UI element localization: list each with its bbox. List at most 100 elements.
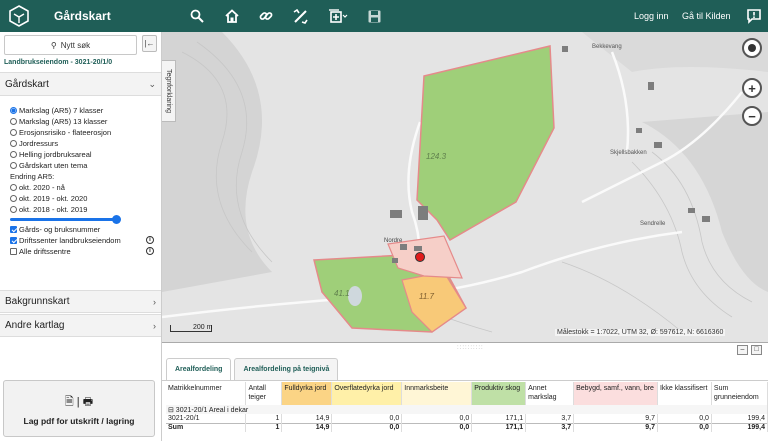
collapse-sidebar-button[interactable]: |← — [142, 35, 157, 52]
theme-option-0[interactable]: Markslag (AR5) 7 klasser — [10, 105, 158, 116]
zoom-out-button[interactable]: − — [742, 106, 762, 126]
column-header[interactable]: Bebygd, samf., vann, bre — [573, 382, 658, 405]
info-icon[interactable]: i — [146, 247, 154, 255]
place-label: Skjellsbakken — [610, 150, 647, 156]
check-label: Gårds- og bruksnummer — [19, 225, 101, 234]
change-option-0[interactable]: okt. 2020 - nå — [10, 182, 158, 193]
radio-icon[interactable] — [10, 140, 17, 147]
table-cell: 199,4 — [711, 414, 768, 423]
table-cell: 14,9 — [281, 422, 333, 432]
section-andre-kartlag[interactable]: Andre kartlag › — [0, 314, 161, 337]
tab-arealfordeling[interactable]: Arealfordeling — [166, 358, 232, 380]
check-option-0[interactable]: Gårds- og bruksnummer — [10, 224, 158, 235]
checkbox-icon[interactable] — [10, 237, 17, 244]
change-option-1[interactable]: okt. 2019 - okt. 2020 — [10, 193, 158, 204]
tabs-divider — [162, 380, 768, 381]
column-header[interactable]: Fulldyrka jord — [281, 382, 333, 405]
feedback-icon[interactable] — [746, 8, 762, 24]
table-cell: 171,1 — [471, 422, 527, 432]
login-link[interactable]: Logg inn — [634, 11, 669, 21]
check-option-1[interactable]: Driftssenter landbrukseiendom i — [10, 235, 158, 246]
checkbox-icon[interactable] — [10, 226, 17, 233]
radio-icon[interactable] — [10, 195, 17, 202]
table-cell: 0,0 — [401, 422, 473, 432]
table-header-row: Matrikkelnummer Antall teiger Fulldyrka … — [166, 382, 768, 405]
kilden-link[interactable]: Gå til Kilden — [682, 11, 731, 21]
forest-parcel[interactable] — [416, 45, 555, 242]
tab-arealfordeling-teig[interactable]: Arealfordeling på teignivå — [234, 358, 339, 380]
theme-option-5[interactable]: Gårdskart uten tema — [10, 160, 158, 171]
sidebar: ⚲ Nytt søk |← Landbrukseiendom - 3021-20… — [0, 32, 162, 441]
radio-icon[interactable] — [10, 162, 17, 169]
map-view[interactable]: 124.3 41.1 11.7 Bekkevang Sendrelle Nord… — [162, 32, 768, 342]
legend-tab[interactable]: Tegnforklaring — [162, 60, 176, 122]
chevron-right-icon: › — [153, 296, 156, 307]
change-label: okt. 2020 - nå — [19, 183, 65, 192]
theme-option-2[interactable]: Erosjonsrisiko - flateerosjon — [10, 127, 158, 138]
column-header[interactable]: Annet markslag — [525, 382, 575, 405]
radio-icon[interactable] — [10, 118, 17, 125]
section-bakgrunnskart[interactable]: Bakgrunnskart › — [0, 290, 161, 313]
property-link[interactable]: Landbrukseiendom - 3021-20/1/0 — [4, 59, 112, 66]
property-marker-icon[interactable] — [415, 252, 425, 262]
link-icon[interactable] — [258, 8, 274, 24]
minimize-button[interactable]: – — [737, 345, 748, 355]
legend-tab-label: Tegnforklaring — [165, 69, 172, 113]
radio-icon[interactable] — [10, 184, 17, 191]
info-icon[interactable]: i — [146, 236, 154, 244]
plus-icon: + — [748, 80, 756, 96]
radio-icon[interactable] — [10, 129, 17, 136]
column-header[interactable]: Ikke klassifisert — [657, 382, 712, 405]
opacity-slider[interactable] — [10, 215, 158, 224]
slider-track[interactable] — [10, 218, 116, 221]
measure-tools-icon[interactable] — [292, 8, 308, 24]
search-icon[interactable] — [189, 8, 205, 24]
theme-option-1[interactable]: Markslag (AR5) 13 klasser — [10, 116, 158, 127]
app-title: Gårdskart — [54, 9, 111, 23]
table-cell: 0,0 — [657, 422, 712, 432]
column-header[interactable]: Produktiv skog — [471, 382, 527, 405]
table-sum-row[interactable]: Sum 1 14,9 0,0 0,0 171,1 3,7 9,7 0,0 199… — [166, 422, 768, 432]
column-header[interactable]: Sum grunneiendom — [711, 382, 768, 405]
check-option-2[interactable]: Alle driftssentre i — [10, 246, 158, 257]
area-label: 41.1 — [334, 289, 350, 298]
table-cell: 3,7 — [525, 422, 575, 432]
column-header[interactable]: Innmarksbeite — [401, 382, 473, 405]
column-header[interactable]: Overflatedyrka jord — [331, 382, 403, 405]
search-icon: ⚲ — [50, 40, 57, 50]
create-pdf-button[interactable]: 🗎 | 🖶 Lag pdf for utskrift / lagring — [3, 380, 155, 437]
locate-me-button[interactable] — [742, 38, 762, 58]
radio-icon[interactable] — [10, 206, 17, 213]
checkbox-icon[interactable] — [10, 248, 17, 255]
table-cell: 9,7 — [573, 414, 658, 423]
add-layer-icon[interactable] — [328, 8, 348, 24]
radio-icon[interactable] — [10, 107, 17, 114]
slider-thumb[interactable] — [112, 215, 121, 224]
column-header[interactable]: Matrikkelnummer — [166, 382, 247, 405]
change-option-2[interactable]: okt. 2018 - okt. 2019 — [10, 204, 158, 215]
save-icon[interactable] — [366, 8, 382, 24]
app-logo-icon[interactable] — [8, 5, 30, 27]
theme-option-4[interactable]: Helling jordbruksareal — [10, 149, 158, 160]
zoom-in-button[interactable]: + — [742, 78, 762, 98]
terrain-shade — [582, 32, 768, 72]
table-cell: 3,7 — [525, 414, 575, 423]
section-andre-kartlag-label: Andre kartlag — [5, 320, 65, 331]
maximize-button[interactable]: □ — [751, 345, 762, 355]
group-label: ⊟ 3021-20/1 Areal i dekar — [166, 405, 768, 414]
resize-grip-icon[interactable]: :::::::::: — [457, 345, 484, 351]
place-label: Bekkevang — [592, 44, 622, 50]
pond — [348, 286, 362, 306]
table-row[interactable]: 3021-20/1 1 14,9 0,0 0,0 171,1 3,7 9,7 0… — [166, 414, 768, 423]
theme-label: Markslag (AR5) 7 klasser — [19, 106, 104, 115]
section-gardskart[interactable]: Gårdskart ⌄ — [0, 72, 161, 96]
map-canvas[interactable]: 124.3 41.1 11.7 Bekkevang Sendrelle Nord… — [162, 32, 768, 342]
table-cell: 1 — [245, 414, 283, 423]
radio-icon[interactable] — [10, 151, 17, 158]
new-search-button[interactable]: ⚲ Nytt søk — [4, 35, 137, 55]
theme-option-3[interactable]: Jordressurs — [10, 138, 158, 149]
column-header[interactable]: Antall teiger — [245, 382, 283, 405]
area-panel: :::::::::: – □ Arealfordeling Arealforde… — [162, 342, 768, 441]
table-group-row[interactable]: ⊟ 3021-20/1 Areal i dekar — [166, 405, 768, 414]
home-icon[interactable] — [224, 8, 240, 24]
